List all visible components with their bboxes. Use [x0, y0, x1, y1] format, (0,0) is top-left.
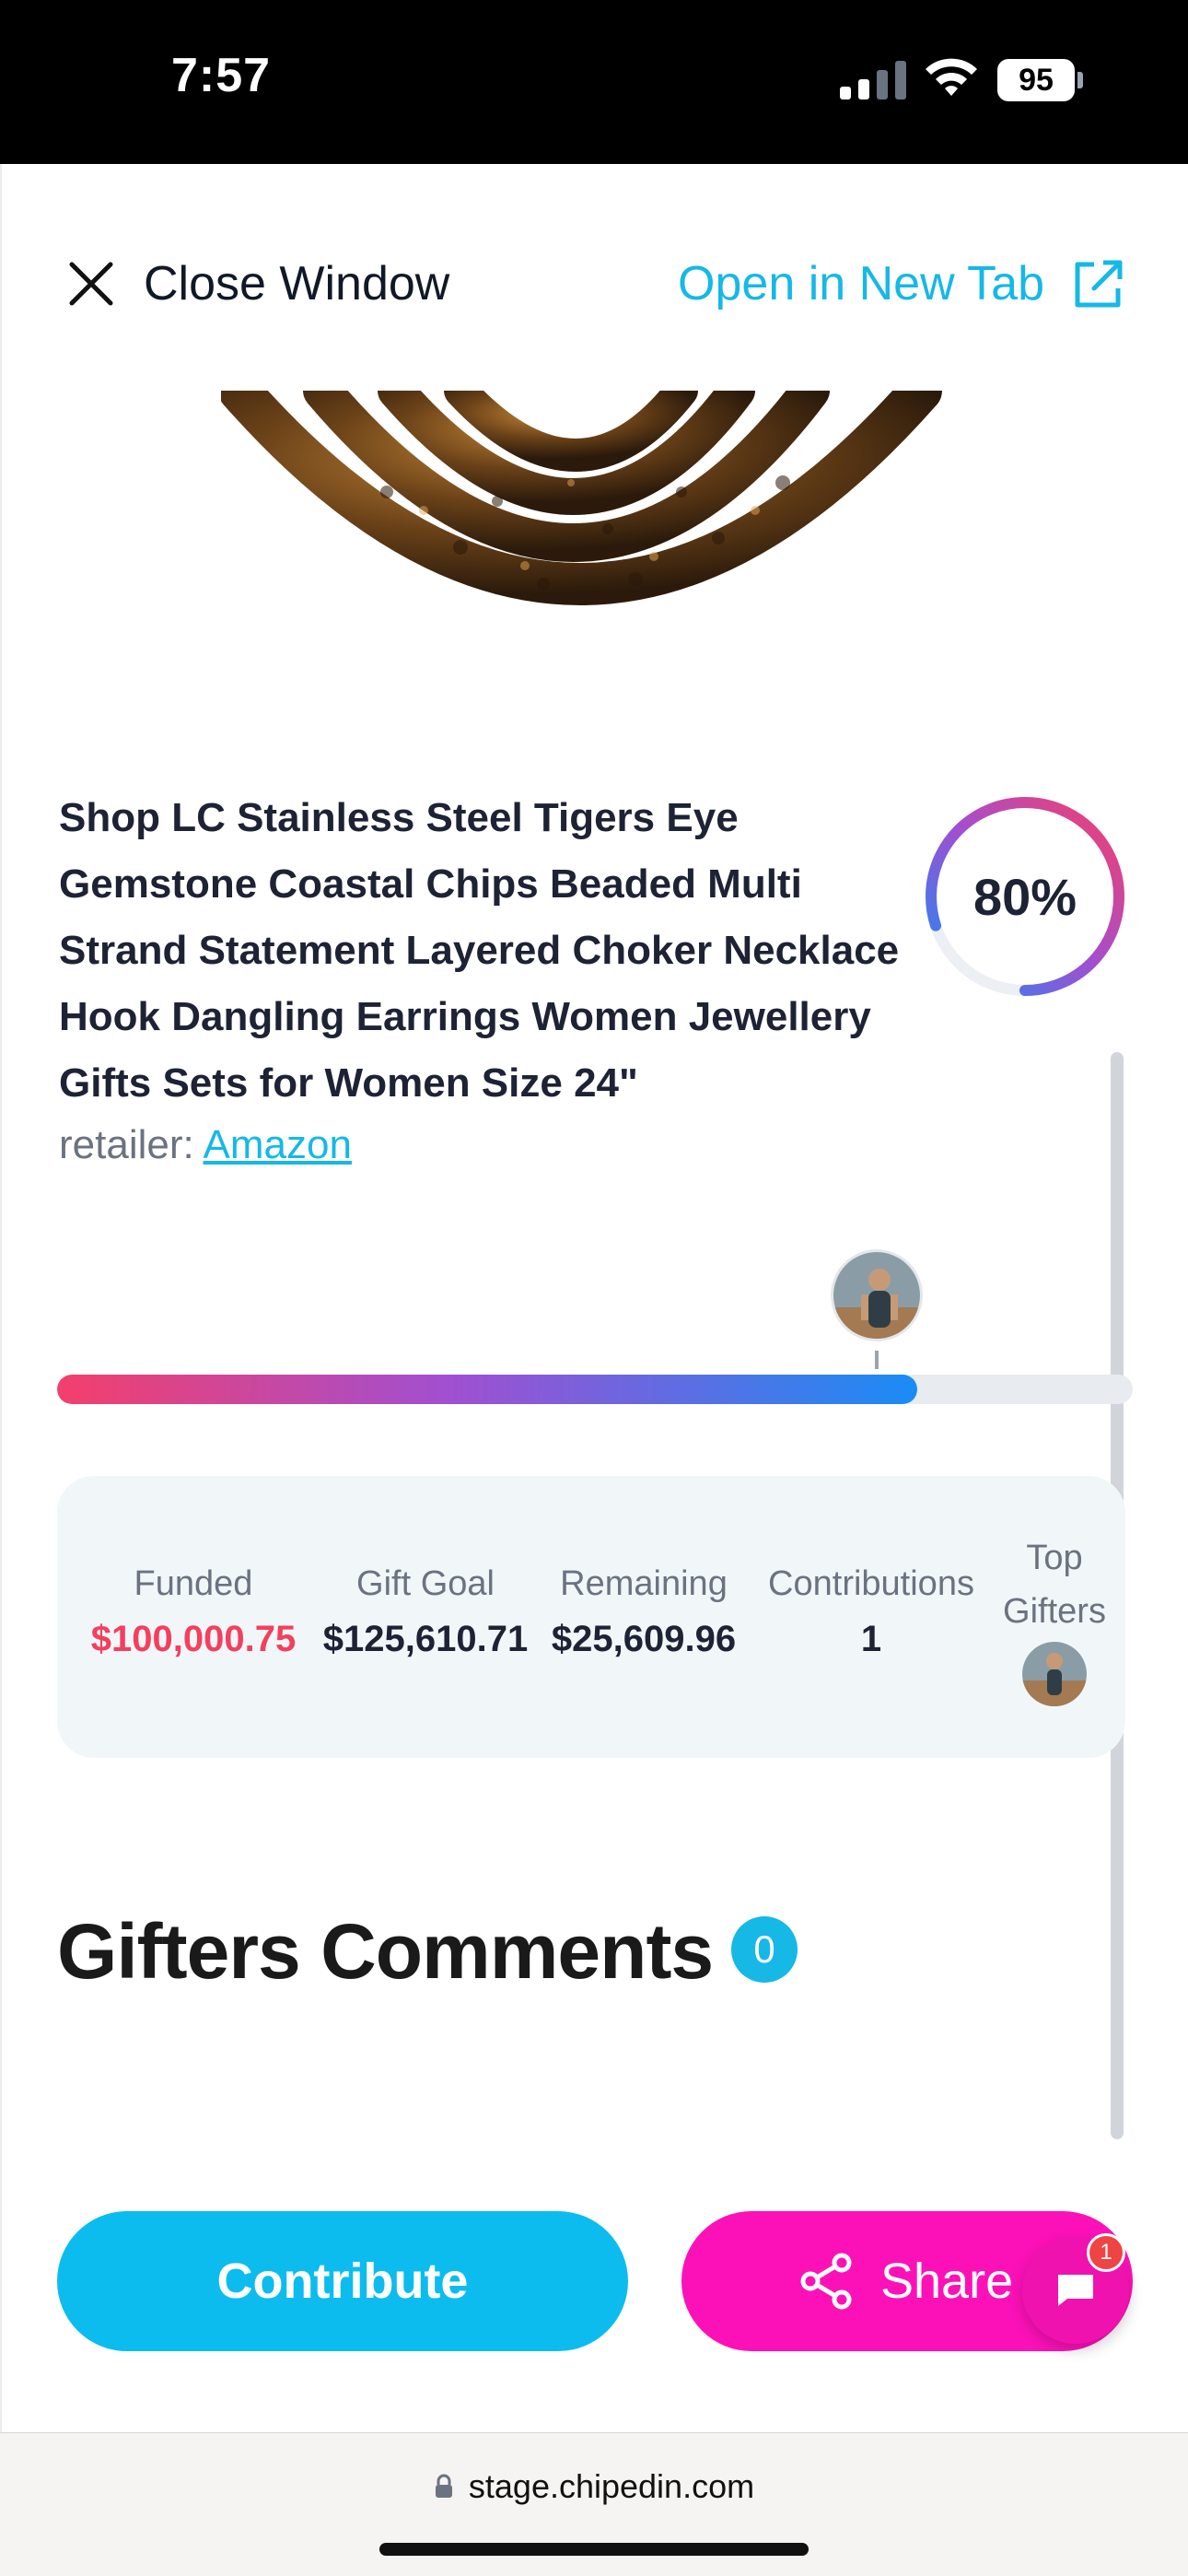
address-bar[interactable]: stage.chipedin.com [0, 2467, 1188, 2506]
share-icon [800, 2253, 852, 2310]
stat-remaining: Remaining $25,609.96 [538, 1564, 750, 1660]
open-in-new-tab-label: Open in New Tab [678, 257, 1044, 310]
product-title: Shop LC Stainless Steel Tigers Eye Gemst… [59, 795, 900, 1106]
close-window-button[interactable]: Close Window [66, 251, 449, 317]
marker-tick [875, 1351, 879, 1369]
contributions-value: 1 [860, 1619, 882, 1659]
gift-goal-label: Gift Goal [356, 1564, 495, 1603]
status-bar: 7:57 95 [0, 0, 1188, 164]
chat-unread-badge: 1 [1087, 2233, 1125, 2272]
retailer-link[interactable]: Amazon [204, 1122, 352, 1167]
remaining-value: $25,609.96 [551, 1619, 737, 1659]
gifter-avatar-marker [831, 1249, 923, 1341]
remaining-label: Remaining [560, 1564, 728, 1603]
chat-icon [1058, 2275, 1093, 2306]
close-window-label: Close Window [144, 257, 450, 310]
wifi-icon [926, 58, 977, 96]
retailer-prefix: retailer: [59, 1122, 194, 1167]
status-time: 7:57 [171, 49, 272, 102]
lock-icon [435, 2474, 452, 2498]
signal-icon [840, 59, 906, 100]
open-in-new-tab-button[interactable]: Open in New Tab [678, 251, 1125, 317]
stat-gift-goal: Gift Goal $125,610.71 [322, 1564, 529, 1660]
battery-nub [1077, 72, 1083, 88]
progress-percent: 80% [973, 867, 1077, 926]
contribute-button[interactable]: Contribute [57, 2211, 628, 2351]
battery-icon: 95 [997, 59, 1075, 101]
contributions-label: Contributions [768, 1564, 974, 1603]
comments-heading: Gifters Comments [57, 1908, 714, 1995]
retailer-line: retailer: Amazon [59, 1122, 352, 1168]
stat-funded: Funded $100,000.75 [68, 1564, 319, 1660]
funding-progress-bar [57, 1375, 1133, 1404]
funding-progress-fill [57, 1375, 918, 1404]
close-icon [69, 262, 113, 306]
gift-goal-value: $125,610.71 [322, 1619, 529, 1659]
top-gifter-avatar[interactable] [1022, 1642, 1087, 1706]
external-link-icon [1075, 260, 1123, 308]
stat-contributions: Contributions 1 [763, 1564, 980, 1660]
funded-value: $100,000.75 [90, 1619, 297, 1659]
product-image [221, 391, 942, 605]
share-label: Share [880, 2254, 1014, 2309]
url-text: stage.chipedin.com [468, 2467, 755, 2505]
left-edge [0, 164, 2, 2432]
funded-label: Funded [134, 1564, 253, 1603]
top-gifters-label: Top Gifters [1003, 1539, 1106, 1631]
comments-count-badge: 0 [731, 1916, 798, 1983]
home-indicator[interactable] [379, 2543, 809, 2556]
